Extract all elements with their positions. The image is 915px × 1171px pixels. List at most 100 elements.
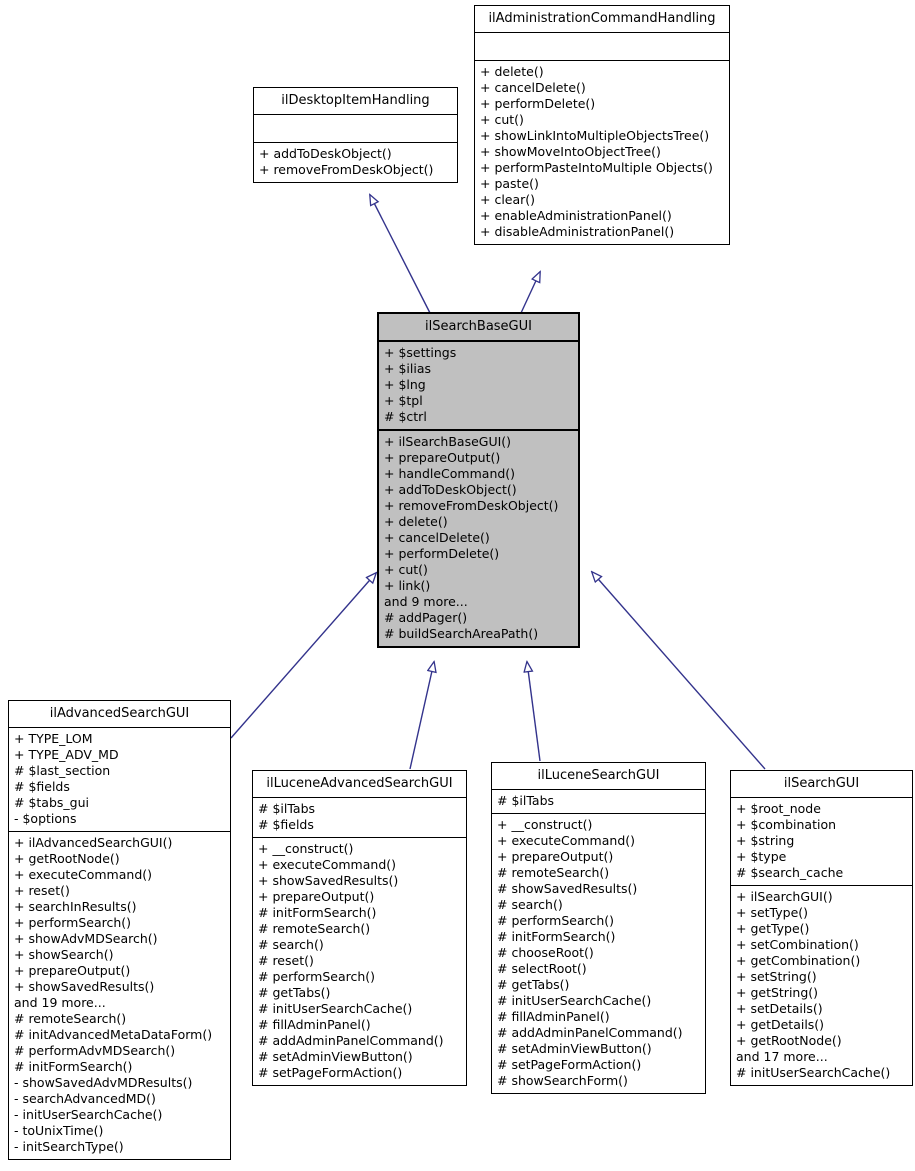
attribute: + $type xyxy=(736,849,787,864)
class-attributes xyxy=(254,115,457,143)
operation: # initFormSearch() xyxy=(258,905,377,920)
class-operations: + delete() + cancelDelete() + performDel… xyxy=(475,61,729,244)
operation: + showMoveIntoObjectTree() xyxy=(480,144,661,159)
operation: + addToDeskObject() xyxy=(384,482,517,497)
operation: # remoteSearch() xyxy=(497,865,610,880)
class-operations: + ilAdvancedSearchGUI() + getRootNode() … xyxy=(9,832,230,1159)
operation: + getRootNode() xyxy=(14,851,120,866)
operation: + performDelete() xyxy=(480,96,596,111)
attribute: # $search_cache xyxy=(736,865,844,880)
operation: + removeFromDeskObject() xyxy=(384,498,559,513)
operation: + setType() xyxy=(736,905,809,920)
operation: # initUserSearchCache() xyxy=(258,1001,413,1016)
operation: + __construct() xyxy=(497,817,593,832)
class-illucenesearchgui[interactable]: ilLuceneSearchGUI # $ilTabs + __construc… xyxy=(491,762,706,1094)
operation: # initFormSearch() xyxy=(497,929,616,944)
edge-searchbase-to-admincommand xyxy=(520,272,540,314)
operation: + clear() xyxy=(480,192,536,207)
operation: + getCombination() xyxy=(736,953,861,968)
attribute: # $fields xyxy=(14,779,70,794)
attribute: # $ilTabs xyxy=(258,801,316,816)
operation: # showSavedResults() xyxy=(497,881,638,896)
edge-lucenesearch-to-searchbase xyxy=(527,662,541,762)
operation: # addPager() xyxy=(384,610,468,625)
operation: + getString() xyxy=(736,985,819,1000)
operation: # setPageFormAction() xyxy=(497,1057,642,1072)
operation: # selectRoot() xyxy=(497,961,587,976)
class-title: ilSearchBaseGUI xyxy=(379,314,578,342)
attribute: # $ilTabs xyxy=(497,793,555,808)
operation: + getDetails() xyxy=(736,1017,825,1032)
operation: # initUserSearchCache() xyxy=(736,1065,891,1080)
operation: # reset() xyxy=(258,953,314,968)
operation: + addToDeskObject() xyxy=(259,146,392,161)
operation-more: and 17 more... xyxy=(736,1049,828,1064)
attribute: # $ctrl xyxy=(384,409,427,424)
uml-class-diagram: ilAdministrationCommandHandling + delete… xyxy=(0,0,915,1171)
operation: + getType() xyxy=(736,921,810,936)
operation: + getRootNode() xyxy=(736,1033,842,1048)
operation: + cut() xyxy=(384,562,428,577)
operation: # showSearchForm() xyxy=(497,1073,628,1088)
class-title: ilSearchGUI xyxy=(731,771,912,798)
operation: # remoteSearch() xyxy=(258,921,371,936)
operation: # search() xyxy=(497,897,563,912)
operation: + cancelDelete() xyxy=(480,80,586,95)
class-operations: + __construct() + executeCommand() + pre… xyxy=(492,814,705,1093)
operation: + showSavedResults() xyxy=(14,979,155,994)
operation: + prepareOutput() xyxy=(497,849,614,864)
class-title: ilDesktopItemHandling xyxy=(254,88,457,115)
class-attributes: # $ilTabs # $fields xyxy=(253,798,466,838)
edge-luceneadvanced-to-searchbase xyxy=(409,662,434,770)
operation: # initAdvancedMetaDataForm() xyxy=(14,1027,213,1042)
operation: - initUserSearchCache() xyxy=(14,1107,163,1122)
class-title: ilLuceneAdvancedSearchGUI xyxy=(253,771,466,798)
operation: - toUnixTime() xyxy=(14,1123,104,1138)
operation: # fillAdminPanel() xyxy=(258,1017,371,1032)
operation: + removeFromDeskObject() xyxy=(259,162,434,177)
operation: + delete() xyxy=(480,64,544,79)
edge-advancedsearch-to-searchbase xyxy=(230,573,376,739)
operation: + prepareOutput() xyxy=(258,889,375,904)
operation: # setAdminViewButton() xyxy=(497,1041,652,1056)
operation: + showAdvMDSearch() xyxy=(14,931,158,946)
operation-more: and 19 more... xyxy=(14,995,106,1010)
attribute: # $fields xyxy=(258,817,314,832)
operation: + executeCommand() xyxy=(14,867,153,882)
class-ilsearchgui[interactable]: ilSearchGUI + $root_node + $combination … xyxy=(730,770,913,1086)
operation: + setString() xyxy=(736,969,817,984)
class-ilsearchbasegui[interactable]: ilSearchBaseGUI + $settings + $ilias + $… xyxy=(378,313,579,647)
class-operations: + addToDeskObject() + removeFromDeskObje… xyxy=(254,143,457,182)
attribute: + $lng xyxy=(384,377,426,392)
attribute: + $settings xyxy=(384,345,457,360)
operation: + reset() xyxy=(14,883,70,898)
operation: + setCombination() xyxy=(736,937,859,952)
operation: # initFormSearch() xyxy=(14,1059,133,1074)
operation: + handleCommand() xyxy=(384,466,516,481)
operation: # setPageFormAction() xyxy=(258,1065,403,1080)
operation: - showSavedAdvMDResults() xyxy=(14,1075,193,1090)
operation: # performAdvMDSearch() xyxy=(14,1043,176,1058)
operation: + ilAdvancedSearchGUI() xyxy=(14,835,173,850)
class-illuceneadvancedsearchgui[interactable]: ilLuceneAdvancedSearchGUI # $ilTabs # $f… xyxy=(252,770,467,1086)
class-ildesktopitemhandling[interactable]: ilDesktopItemHandling + addToDeskObject(… xyxy=(253,87,458,183)
operation: + cancelDelete() xyxy=(384,530,490,545)
attribute: # $tabs_gui xyxy=(14,795,89,810)
class-title: ilLuceneSearchGUI xyxy=(492,763,705,790)
class-iladministrationcommandhandling[interactable]: ilAdministrationCommandHandling + delete… xyxy=(474,5,730,245)
operation: + executeCommand() xyxy=(258,857,397,872)
operation: + link() xyxy=(384,578,431,593)
class-attributes: + TYPE_LOM + TYPE_ADV_MD # $last_section… xyxy=(9,728,230,832)
operation: # buildSearchAreaPath() xyxy=(384,626,539,641)
class-attributes: # $ilTabs xyxy=(492,790,705,814)
operation: + showSearch() xyxy=(14,947,114,962)
operation: # remoteSearch() xyxy=(14,1011,127,1026)
operation: # performSearch() xyxy=(497,913,615,928)
class-attributes: + $settings + $ilias + $lng + $tpl # $ct… xyxy=(379,342,578,431)
attribute: + $string xyxy=(736,833,795,848)
class-operations: + ilSearchBaseGUI() + prepareOutput() + … xyxy=(379,431,578,646)
edge-searchbase-to-desktopitem xyxy=(370,195,431,314)
operation: + delete() xyxy=(384,514,448,529)
class-iladvancedsearchgui[interactable]: ilAdvancedSearchGUI + TYPE_LOM + TYPE_AD… xyxy=(8,700,231,1160)
operation: + performSearch() xyxy=(14,915,132,930)
